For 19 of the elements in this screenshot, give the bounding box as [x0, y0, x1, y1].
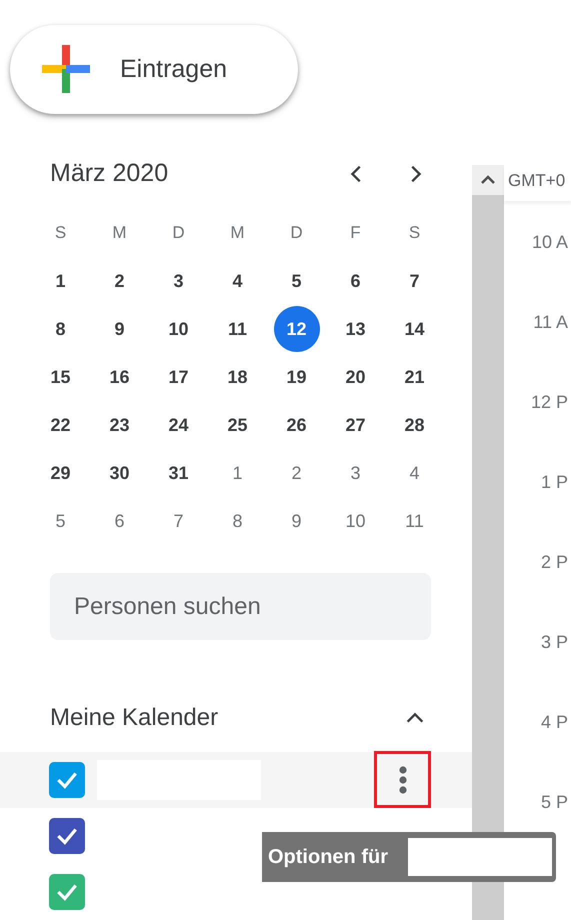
weekday-label: F — [350, 223, 361, 244]
hour-label: 12 P — [530, 393, 569, 414]
weekday-label: S — [54, 223, 66, 244]
hour-label: 3 P — [540, 633, 569, 654]
weekday-label: S — [408, 223, 420, 244]
timezone-label: GMT+0 — [504, 165, 571, 201]
weekday-label: D — [290, 223, 303, 244]
weekday-label: M — [112, 223, 127, 244]
hour-label: 11 A — [532, 313, 569, 334]
month-title: März 2020 — [50, 159, 170, 188]
section-title: Meine Kalender — [50, 704, 220, 732]
hour-label: 5 P — [540, 793, 569, 814]
hour-label: 1 P — [540, 473, 569, 494]
weekday-label: D — [172, 223, 185, 244]
hour-label: 2 P — [540, 553, 569, 574]
hour-label: 4 P — [540, 713, 569, 734]
tooltip-text: Optionen für — [268, 846, 388, 868]
hour-label: 10 A — [530, 233, 569, 254]
weekday-label: M — [230, 223, 245, 244]
